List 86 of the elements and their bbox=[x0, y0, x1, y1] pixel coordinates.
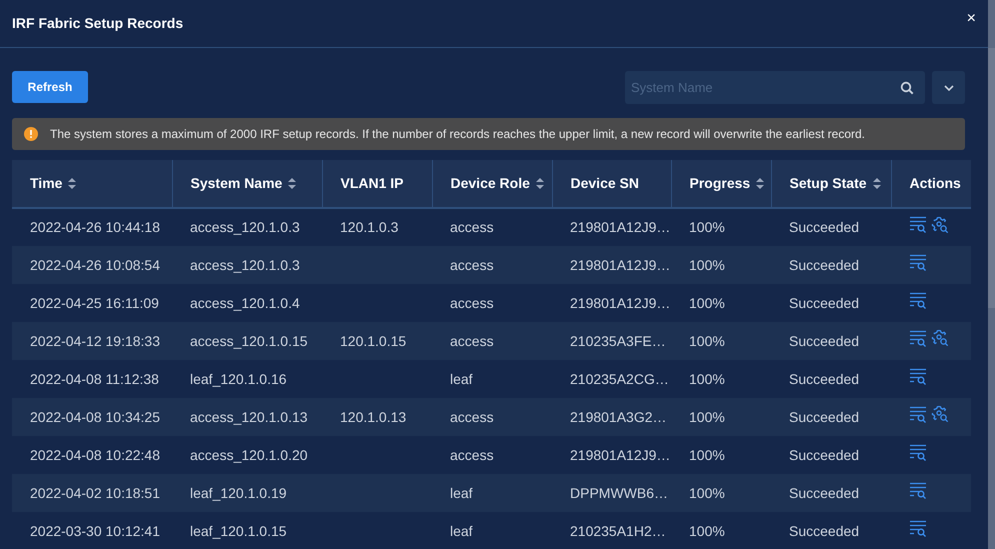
table-cell: Succeeded bbox=[789, 294, 860, 310]
list-search-icon[interactable] bbox=[909, 216, 927, 234]
list-search-icon[interactable] bbox=[909, 520, 927, 536]
sort-icon[interactable] bbox=[68, 178, 76, 189]
table-cell: access_120.1.0.3 bbox=[190, 219, 300, 235]
table-cell: 2022-04-26 10:08:54 bbox=[30, 256, 160, 272]
list-search-icon[interactable] bbox=[909, 292, 927, 308]
sort-icon[interactable] bbox=[536, 178, 544, 189]
table-cell: 100% bbox=[689, 484, 725, 500]
list-search-icon[interactable] bbox=[909, 254, 927, 270]
table-cell: 120.1.0.13 bbox=[340, 408, 406, 424]
table-cell: 2022-04-25 16:11:09 bbox=[30, 294, 159, 310]
table-cell: 2022-04-02 10:18:51 bbox=[30, 484, 160, 500]
table-cell: 210235A3FE… bbox=[570, 332, 666, 348]
warning-icon bbox=[24, 127, 38, 141]
chevron-down-icon bbox=[942, 84, 954, 92]
list-search-icon[interactable] bbox=[909, 330, 927, 347]
table-cell: 100% bbox=[689, 219, 725, 235]
table-cell: 120.1.0.3 bbox=[340, 219, 398, 235]
table-cell: access_120.1.0.13 bbox=[190, 408, 308, 424]
table-cell: 210235A2CG… bbox=[570, 370, 669, 386]
table-cell: 100% bbox=[689, 332, 725, 348]
table-cell: access bbox=[450, 332, 494, 348]
table-cell: access bbox=[450, 219, 494, 235]
table-cell: 100% bbox=[689, 256, 725, 272]
table-cell: 2022-04-26 10:44:18 bbox=[30, 219, 160, 235]
table-cell: 210235A1H2… bbox=[570, 522, 666, 538]
table-cell: Succeeded bbox=[789, 219, 860, 235]
sort-icon[interactable] bbox=[756, 178, 764, 189]
list-search-icon[interactable] bbox=[909, 482, 927, 498]
table-cell: 2022-04-08 10:22:48 bbox=[30, 446, 160, 462]
column-header: Actions bbox=[910, 174, 961, 193]
table-cell: access bbox=[450, 294, 494, 310]
table-cell: DPPMWWB6… bbox=[570, 484, 668, 500]
close-button[interactable]: × bbox=[966, 10, 976, 26]
scrollbar[interactable] bbox=[988, 0, 995, 549]
dialog-title: IRF Fabric Setup Records bbox=[12, 14, 184, 33]
table-cell: leaf_120.1.0.19 bbox=[190, 484, 287, 500]
gear-search-icon[interactable] bbox=[931, 216, 949, 234]
gear-search-icon[interactable] bbox=[931, 405, 949, 424]
table-cell: Succeeded bbox=[789, 446, 860, 462]
table-cell: leaf bbox=[450, 370, 473, 386]
table-cell: 2022-04-08 10:34:25 bbox=[30, 408, 160, 424]
column-header[interactable]: Time bbox=[30, 173, 62, 194]
table-cell: 120.1.0.15 bbox=[340, 332, 406, 348]
table-cell: Succeeded bbox=[789, 256, 860, 272]
table-cell: 219801A12J9… bbox=[570, 294, 670, 310]
table-cell: access_120.1.0.4 bbox=[190, 294, 300, 310]
table-cell: leaf bbox=[450, 522, 473, 538]
table-cell: leaf bbox=[450, 484, 473, 500]
table-cell: access bbox=[450, 446, 494, 462]
table-cell: 100% bbox=[689, 408, 725, 424]
table-cell: 219801A12J9… bbox=[570, 219, 670, 235]
table-cell: 100% bbox=[689, 294, 725, 310]
sort-icon[interactable] bbox=[288, 178, 296, 189]
table-cell: Succeeded bbox=[789, 332, 860, 348]
column-header: Device SN bbox=[570, 174, 639, 193]
table-cell: Succeeded bbox=[789, 522, 860, 538]
refresh-button[interactable]: Refresh bbox=[12, 71, 88, 103]
search-icon[interactable] bbox=[900, 81, 914, 95]
sort-icon[interactable] bbox=[872, 178, 881, 189]
table-cell: 2022-03-30 10:12:41 bbox=[30, 522, 160, 538]
table-cell: Succeeded bbox=[789, 484, 860, 500]
list-search-icon[interactable] bbox=[909, 444, 927, 460]
table-cell: 219801A12J9… bbox=[570, 446, 670, 462]
gear-search-icon[interactable] bbox=[931, 329, 949, 348]
table-cell: 2022-04-08 11:12:38 bbox=[30, 370, 159, 386]
notice-text: The system stores a maximum of 2000 IRF setup records. If the number of records reaches the upper limit, a new record will overwrite the earliest record. bbox=[50, 126, 865, 143]
table-cell: access_120.1.0.3 bbox=[190, 256, 300, 272]
table-cell: access bbox=[450, 256, 494, 272]
list-search-icon[interactable] bbox=[909, 406, 927, 423]
table-cell: Succeeded bbox=[789, 370, 860, 386]
table-cell: access_120.1.0.20 bbox=[190, 446, 308, 462]
column-header: VLAN1 IP bbox=[340, 174, 404, 193]
table-cell: leaf_120.1.0.15 bbox=[190, 522, 287, 538]
list-search-icon[interactable] bbox=[909, 368, 927, 384]
table-cell: 100% bbox=[689, 370, 725, 386]
table-cell: 219801A3G2… bbox=[570, 408, 667, 424]
table-cell: leaf_120.1.0.16 bbox=[190, 370, 287, 386]
table-cell: 2022-04-12 19:18:33 bbox=[30, 332, 160, 348]
table-cell: 219801A12J9… bbox=[570, 256, 670, 272]
table-cell: 100% bbox=[689, 522, 725, 538]
table-cell: 100% bbox=[689, 446, 725, 462]
table-cell: access bbox=[450, 408, 494, 424]
table-cell: Succeeded bbox=[789, 408, 860, 424]
table-cell: access_120.1.0.15 bbox=[190, 332, 308, 348]
